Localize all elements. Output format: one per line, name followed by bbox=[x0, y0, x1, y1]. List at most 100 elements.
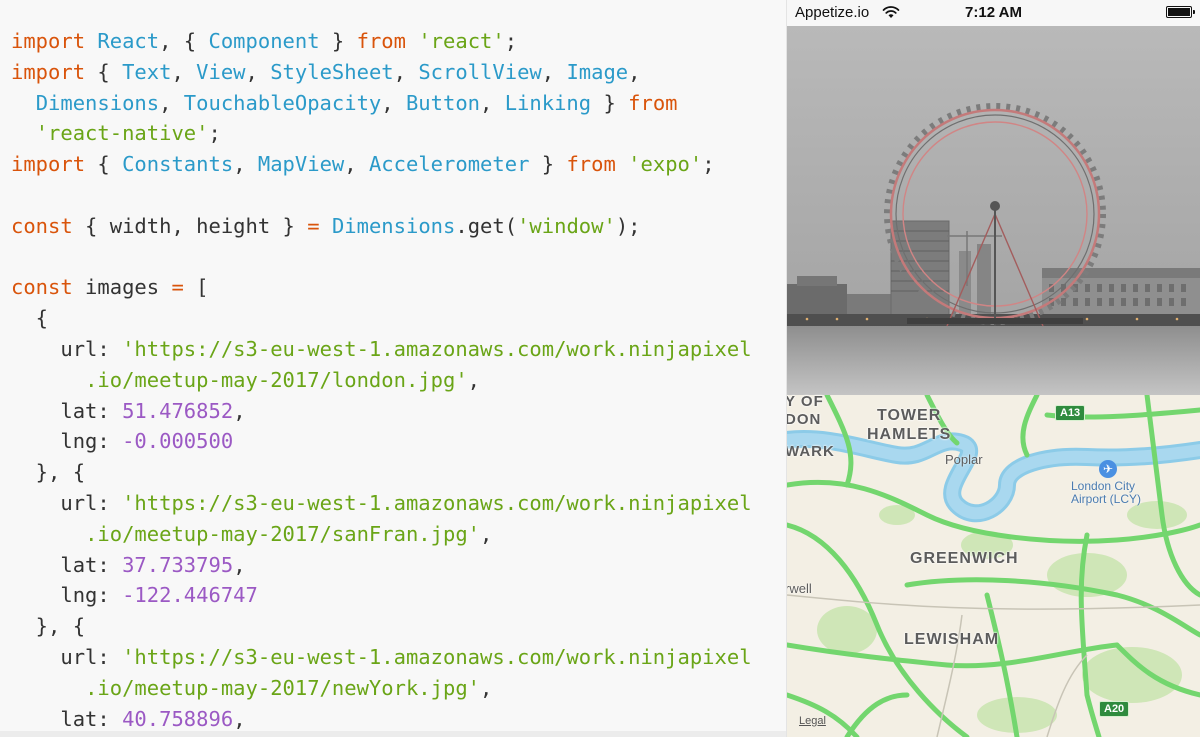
status-clock: 7:12 AM bbox=[965, 4, 1022, 21]
code-token-punct: , bbox=[233, 552, 246, 577]
map-label-edge-wark: WARK bbox=[787, 443, 835, 460]
code-line[interactable]: lng: -122.446747 bbox=[11, 580, 752, 611]
code-token-number: -122.446747 bbox=[122, 583, 258, 608]
code-token-punct: } bbox=[529, 152, 567, 177]
code-token-keyword: import bbox=[11, 59, 86, 84]
editor-horizontal-scrollbar[interactable] bbox=[0, 731, 786, 737]
code-text[interactable]: import React, { Component } from 'react'… bbox=[11, 26, 752, 734]
code-token-string: 'expo' bbox=[628, 152, 703, 177]
code-token-string: 'react-native' bbox=[35, 121, 209, 146]
code-token-punct: , bbox=[171, 213, 197, 238]
code-line[interactable]: import React, { Component } from 'react'… bbox=[11, 26, 752, 57]
code-editor[interactable]: import React, { Component } from 'react'… bbox=[0, 0, 787, 737]
code-token-punct: : bbox=[97, 552, 123, 577]
map-label-poplar: Poplar bbox=[945, 452, 983, 467]
code-token-punct: , bbox=[480, 90, 505, 115]
code-token-punct: . bbox=[455, 213, 468, 238]
code-token-plain: height bbox=[196, 213, 271, 238]
code-line[interactable]: ​ bbox=[11, 180, 752, 211]
map-label-edge-top-2: DON bbox=[787, 411, 822, 428]
code-token-punct: , bbox=[393, 59, 419, 84]
code-token-prop: url bbox=[60, 644, 98, 669]
code-token-punct: } bbox=[319, 29, 357, 53]
map-label-tower-hamlets-1: TOWER bbox=[877, 407, 942, 424]
device-simulator[interactable]: Appetize.io 7:12 AM Y OF DON WARK TOWER … bbox=[787, 0, 1200, 737]
code-token-plain: get bbox=[467, 213, 505, 238]
code-line[interactable]: .io/meetup-may-2017/sanFran.jpg', bbox=[11, 519, 752, 550]
code-line[interactable]: .io/meetup-may-2017/london.jpg', bbox=[11, 365, 752, 396]
code-token-punct: : bbox=[97, 706, 123, 731]
battery-icon bbox=[1166, 6, 1195, 18]
code-token-punct: } bbox=[591, 90, 629, 115]
code-line[interactable]: import { Text, View, StyleSheet, ScrollV… bbox=[11, 57, 752, 88]
code-line[interactable]: lat: 40.758896, bbox=[11, 704, 752, 735]
code-line[interactable]: { bbox=[11, 303, 752, 334]
code-line[interactable]: 'react-native'; bbox=[11, 118, 752, 149]
code-token-keyword: const bbox=[11, 275, 73, 300]
code-token-ident: Dimensions bbox=[35, 90, 160, 115]
code-token-punct: , { bbox=[159, 29, 209, 53]
code-token-punct: }, { bbox=[11, 460, 86, 485]
code-token-keyword: from bbox=[356, 29, 406, 53]
code-line[interactable]: url: 'https://s3-eu-west-1.amazonaws.com… bbox=[11, 334, 752, 365]
code-line[interactable]: lng: -0.000500 bbox=[11, 426, 752, 457]
code-token-punct: ( bbox=[504, 213, 518, 238]
code-token-number: -0.000500 bbox=[122, 429, 234, 454]
code-token-string: 'react' bbox=[418, 29, 505, 53]
code-token-operator: = bbox=[307, 213, 320, 238]
code-token-punct: } bbox=[270, 213, 308, 238]
code-line[interactable]: url: 'https://s3-eu-west-1.amazonaws.com… bbox=[11, 488, 751, 519]
code-token-number: 51.476852 bbox=[122, 398, 234, 423]
code-token-string: 'https://s3-eu-west-1.amazonaws.com/work… bbox=[122, 644, 752, 669]
code-token-punct: , bbox=[480, 675, 493, 700]
map-label-lewisham: LEWISHAM bbox=[904, 631, 1000, 648]
road-shield-a20: A20 bbox=[1099, 701, 1130, 717]
code-token-ident: Component bbox=[208, 29, 320, 53]
code-token-ident: Constants bbox=[122, 152, 234, 177]
code-line[interactable]: .io/meetup-may-2017/newYork.jpg', bbox=[11, 673, 752, 704]
code-token-punct: , bbox=[541, 59, 567, 84]
code-token-prop: lat bbox=[60, 398, 98, 423]
map-label-edge-top-1: Y OF bbox=[787, 393, 824, 410]
code-line[interactable]: }, { bbox=[11, 611, 752, 642]
code-line[interactable]: const images = [ bbox=[11, 272, 752, 303]
code-token-punct: : bbox=[97, 429, 123, 454]
code-line[interactable]: ​ bbox=[11, 242, 752, 273]
code-token-string: .io/meetup-may-2017/london.jpg' bbox=[85, 367, 468, 392]
code-token-ident: View bbox=[196, 59, 246, 84]
code-line[interactable]: const { width, height } = Dimensions.get… bbox=[11, 211, 752, 242]
code-token-ident: Text bbox=[122, 59, 172, 84]
code-token-punct: { bbox=[85, 59, 123, 84]
code-token-punct: ; bbox=[702, 152, 715, 177]
airport-icon: ✈ bbox=[1099, 460, 1117, 478]
code-line[interactable]: lat: 37.733795, bbox=[11, 550, 752, 581]
code-token-punct: { bbox=[85, 152, 123, 177]
code-token-string: 'https://s3-eu-west-1.amazonaws.com/work… bbox=[122, 336, 752, 361]
code-line[interactable]: lat: 51.476852, bbox=[11, 396, 752, 427]
map-label-airport-1: London City bbox=[1071, 479, 1136, 493]
code-token-prop: lat bbox=[60, 552, 98, 577]
code-token-number: 40.758896 bbox=[122, 706, 234, 731]
map-legal-link[interactable]: Legal bbox=[799, 715, 826, 727]
code-token-punct: , bbox=[344, 152, 369, 177]
code-token-ident: Image bbox=[566, 59, 629, 84]
code-line[interactable]: }, { bbox=[11, 457, 752, 488]
code-token-keyword: import bbox=[11, 152, 86, 177]
map-view[interactable]: Y OF DON WARK TOWER HAMLETS Poplar GREEN… bbox=[787, 393, 1200, 737]
london-eye-photo[interactable] bbox=[787, 26, 1200, 395]
code-token-prop: url bbox=[60, 490, 98, 515]
code-line[interactable]: url: 'https://s3-eu-west-1.amazonaws.com… bbox=[11, 642, 752, 673]
code-token-prop: lng bbox=[60, 583, 98, 608]
code-line[interactable]: Dimensions, TouchableOpacity, Button, Li… bbox=[11, 88, 752, 119]
code-token-operator: = bbox=[171, 275, 184, 300]
code-line[interactable]: import { Constants, MapView, Acceleromet… bbox=[11, 149, 752, 180]
code-token-punct: , bbox=[628, 59, 641, 84]
